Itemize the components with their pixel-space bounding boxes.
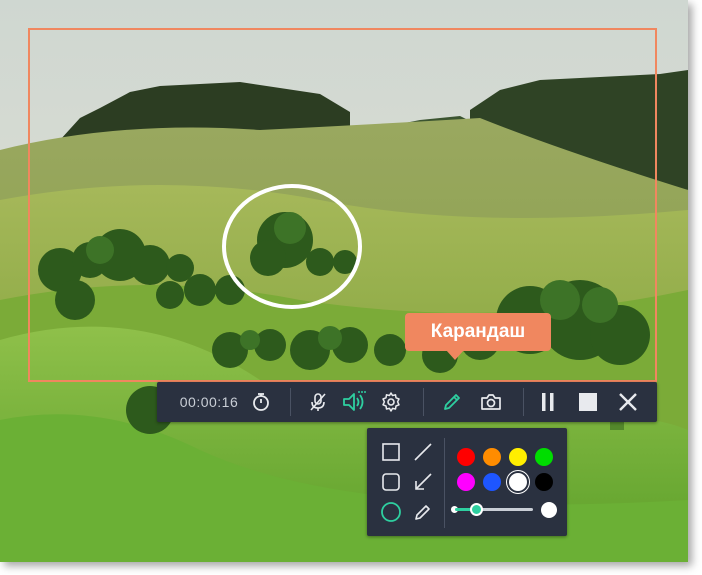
toolbar-divider <box>290 388 291 416</box>
recording-toolbar: 00:00:16 <box>157 382 657 422</box>
pencil-tooltip: Карандаш <box>405 313 551 351</box>
ellipse-icon[interactable] <box>379 500 403 524</box>
color-swatch-white[interactable] <box>509 473 527 491</box>
rounded-rectangle-icon[interactable] <box>379 470 403 494</box>
brush-size-slider-handle[interactable] <box>469 503 483 516</box>
color-swatch-magenta[interactable] <box>457 473 475 491</box>
color-swatch-black[interactable] <box>535 473 553 491</box>
timer-display: 00:00:16 <box>169 382 249 422</box>
toolbar-divider <box>423 388 424 416</box>
speaker-icon[interactable] <box>340 382 370 422</box>
camera-icon[interactable] <box>477 382 505 422</box>
tooltip-pointer <box>446 350 464 360</box>
timer-icon[interactable] <box>249 382 273 422</box>
rectangle-icon[interactable] <box>379 440 403 464</box>
color-swatch-orange[interactable] <box>483 448 501 466</box>
panel-divider <box>444 438 445 528</box>
tooltip-label: Карандаш <box>430 321 526 342</box>
arrow-icon[interactable] <box>411 470 435 494</box>
gear-icon[interactable] <box>378 382 404 422</box>
pencil-icon[interactable] <box>439 382 465 422</box>
ellipse-annotation <box>222 184 362 309</box>
pause-icon[interactable] <box>537 382 559 422</box>
line-icon[interactable] <box>411 440 435 464</box>
color-swatch-red[interactable] <box>457 448 475 466</box>
microphone-muted-icon[interactable] <box>305 382 331 422</box>
brush-size-max-indicator <box>541 502 557 518</box>
toolbar-divider <box>523 388 524 416</box>
drawing-tools-panel <box>367 428 567 536</box>
pencil-icon[interactable] <box>411 500 435 524</box>
color-swatch-yellow[interactable] <box>509 448 527 466</box>
timer-text: 00:00:16 <box>179 394 239 410</box>
stop-icon[interactable] <box>577 382 599 422</box>
close-icon[interactable] <box>615 382 641 422</box>
screen-capture-area <box>0 0 688 562</box>
color-swatch-green[interactable] <box>535 448 553 466</box>
color-swatch-blue[interactable] <box>483 473 501 491</box>
